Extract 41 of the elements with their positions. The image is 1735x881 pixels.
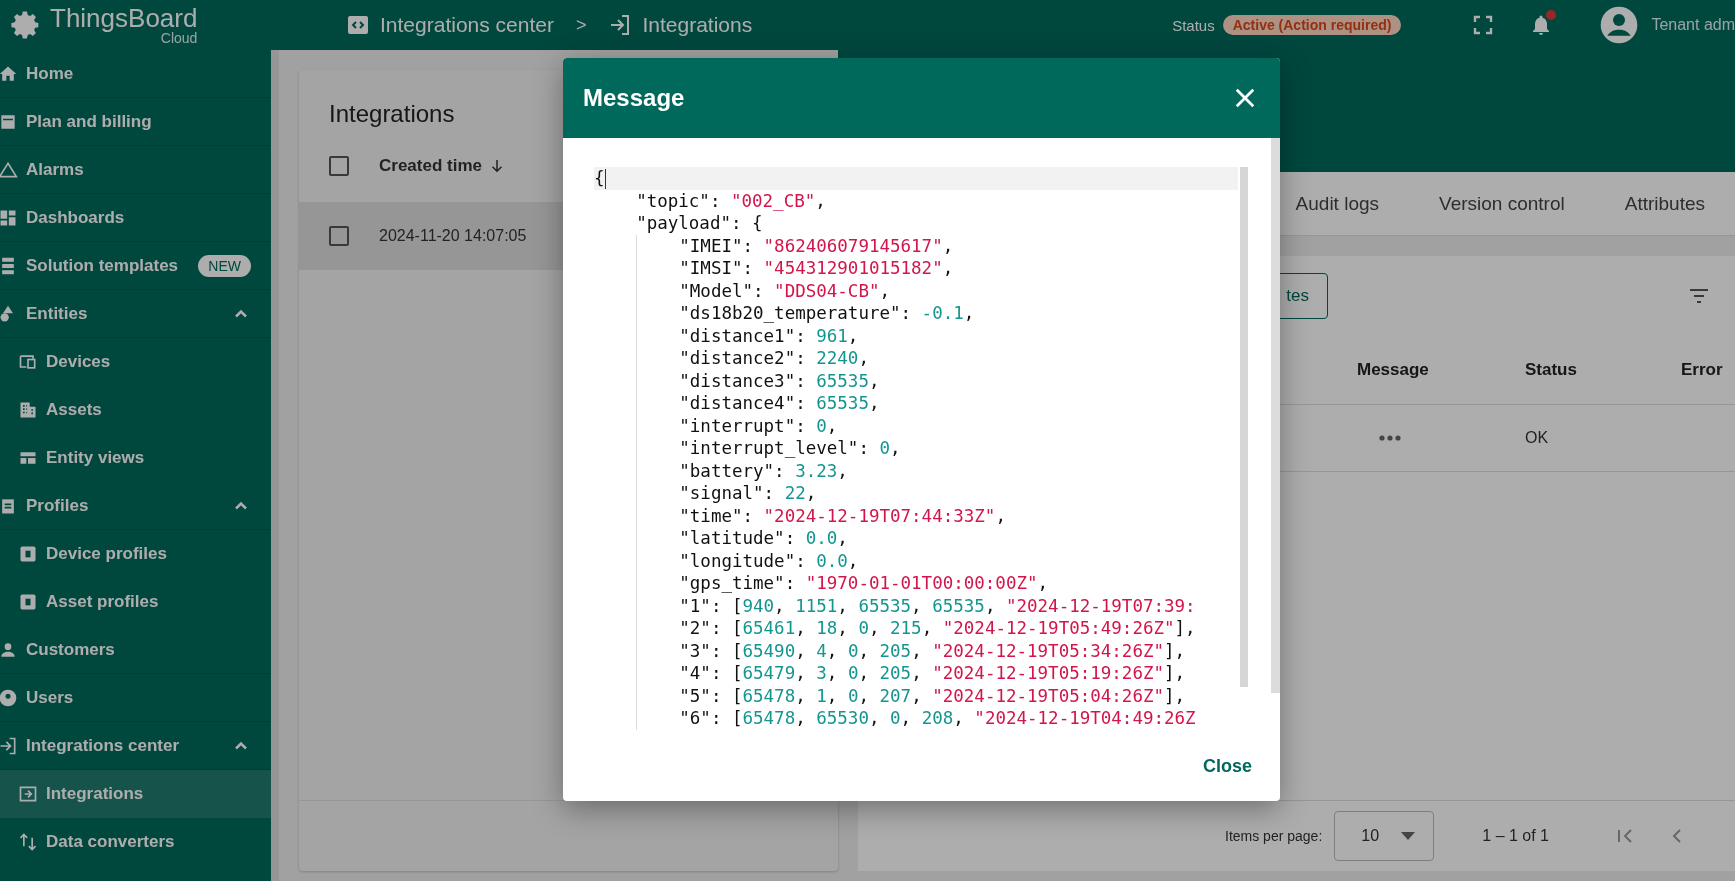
- user-role: Tenant adm: [1651, 16, 1735, 34]
- table-cell: 2024-11-20 14:07:05: [379, 227, 527, 245]
- code-line: "ds18b20_temperature": -0.1,: [679, 302, 976, 325]
- code-line: "signal": 22,: [679, 482, 818, 505]
- code-line: "5": [65478, 1, 0, 207, "2024-12-19T05:04:26Z"],: [679, 684, 1187, 707]
- code-line: "battery": 3.23,: [679, 459, 849, 482]
- code-line: "topic": "002_CB",: [636, 189, 827, 212]
- code-line: "Model": "DDS04-CB",: [679, 279, 891, 302]
- card-title: Integrations: [329, 100, 455, 129]
- code-line: "payload": {: [636, 212, 764, 235]
- breadcrumb-separator: >: [575, 14, 587, 36]
- code-line: "distance4": 65535,: [679, 392, 881, 415]
- status-label: Status: [1172, 16, 1215, 34]
- new-badge: NEW: [198, 254, 251, 277]
- code-line: "distance1": 961,: [679, 324, 860, 347]
- column-header: Status: [1525, 360, 1578, 380]
- code-line: "2": [65461, 18, 0, 215, "2024-12-19T05:49:26Z"],: [679, 617, 1197, 640]
- code-line: "time": "2024-12-19T07:44:33Z",: [679, 504, 1007, 527]
- logo-subtitle: Cloud: [160, 31, 198, 45]
- code-line: "3": [65490, 4, 0, 205, "2024-12-19T05:34:26Z"],: [679, 639, 1187, 662]
- code-line: "interrupt": 0,: [679, 414, 839, 437]
- column-header: Message: [1357, 360, 1430, 380]
- code-line: "IMSI": "454312901015182",: [679, 257, 955, 280]
- status-badge: Active (Action required): [1222, 15, 1402, 35]
- code-line: "distance3": 65535,: [679, 369, 881, 392]
- select-value: 10: [1361, 827, 1380, 845]
- code-line: "6": [65478, 65530, 0, 208, "2024-12-19T04:49:26Z: [679, 707, 1197, 730]
- code-line: "latitude": 0.0,: [679, 527, 849, 550]
- code-line: "distance2": 2240,: [679, 347, 870, 370]
- table-cell-text: OK: [1525, 429, 1550, 447]
- code-line: "interrupt_level": 0,: [679, 437, 902, 460]
- logo-text: ThingsBoard: [50, 5, 198, 31]
- code-line: "1": [940, 1151, 65535, 65535, "2024-12-19T07:39:: [679, 594, 1197, 617]
- page-range: 1 – 1 of 1: [1482, 827, 1549, 845]
- code-line: "gps_time": "1970-01-01T00:00:00Z",: [679, 572, 1050, 595]
- column-header: Error: [1681, 360, 1723, 380]
- dialog-title: Message: [583, 84, 685, 112]
- items-per-page-label: Items per page:: [1225, 828, 1323, 844]
- code-line: "IMEI": "862406079145617",: [679, 234, 955, 257]
- code-line: "longitude": 0.0,: [679, 549, 860, 572]
- code-line: "4": [65479, 3, 0, 205, "2024-12-19T05:19:26Z"],: [679, 662, 1187, 685]
